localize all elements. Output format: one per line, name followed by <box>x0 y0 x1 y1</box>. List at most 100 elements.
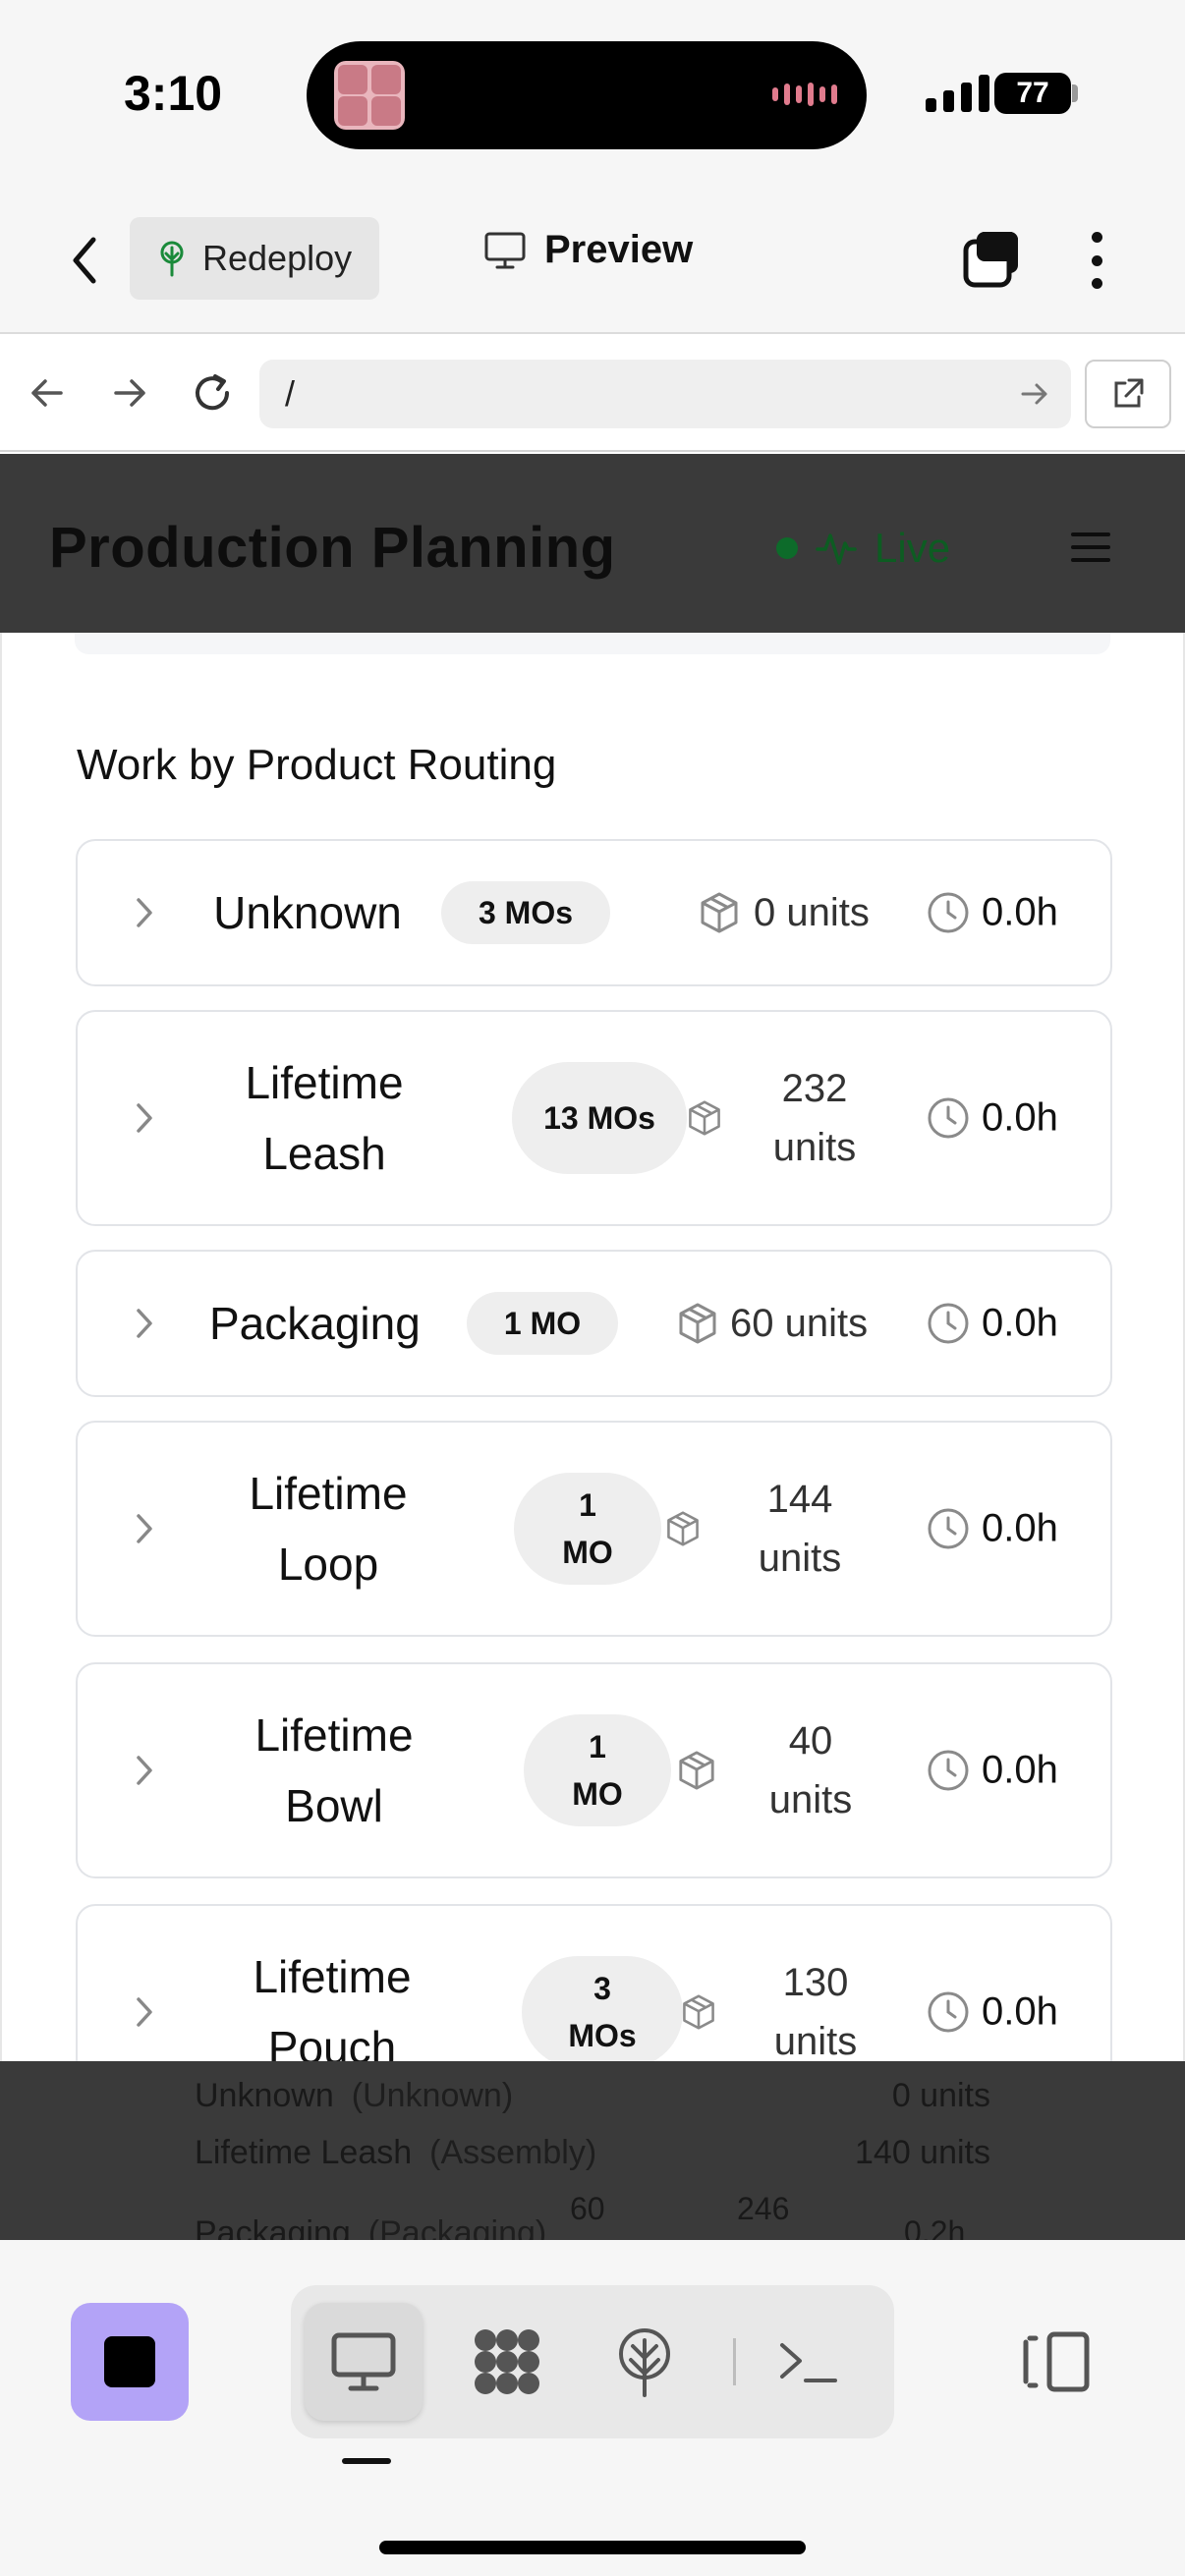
chevron-right-icon <box>137 1103 152 1133</box>
deploy-tree-icon <box>160 241 184 277</box>
hours-value: 0.0h <box>982 1506 1058 1550</box>
chevron-right-icon <box>137 1756 152 1785</box>
mo-count-badge: 3 MOs <box>441 881 610 944</box>
toggle-panel-button[interactable] <box>1018 2323 1093 2401</box>
tabs-icon <box>963 232 1018 288</box>
routing-name: Lifetime Pouch <box>253 1951 412 2061</box>
sidebar-panel-icon <box>1023 2331 1090 2392</box>
summary-type: (Assembly) <box>429 2134 597 2171</box>
clock-icon <box>928 1750 969 1791</box>
package-icon <box>679 1751 714 1790</box>
tabs-button[interactable] <box>961 228 1024 291</box>
open-external-button[interactable] <box>1085 360 1171 428</box>
live-status: Live <box>776 525 950 572</box>
more-options-button[interactable] <box>1077 226 1116 295</box>
mo-count-badge: 1 MO <box>467 1292 618 1355</box>
redeploy-label: Redeploy <box>202 238 353 278</box>
routing-card[interactable]: Lifetime Loop 1 MO 144 units 0.0h <box>76 1421 1112 1637</box>
url-input[interactable]: / <box>259 360 1071 428</box>
status-bar: 3:10 77 <box>0 0 1185 187</box>
browser-back-button[interactable] <box>20 365 75 420</box>
summary-value: 246 <box>737 2191 790 2226</box>
summary-type: (Unknown) <box>351 2077 514 2114</box>
live-dot <box>776 537 798 559</box>
routing-name: Lifetime Leash <box>245 1057 404 1179</box>
dot <box>1091 254 1102 266</box>
deploy-icon <box>619 2328 670 2397</box>
nodes-icon <box>475 2329 539 2394</box>
browser-forward-button[interactable] <box>102 365 157 420</box>
summary-name: Packaging <box>195 2214 351 2240</box>
routing-card[interactable]: Lifetime Leash 13 MOs 232 units 0.0h <box>76 1010 1112 1226</box>
hours-value: 0.0h <box>982 1301 1058 1345</box>
page-title: Production Planning <box>49 516 616 580</box>
units-value: 130 units <box>773 1961 858 2061</box>
routing-card[interactable]: Packaging 1 MO 60 units 0.0h <box>76 1250 1112 1397</box>
dock-preview-tab[interactable] <box>305 2303 423 2421</box>
routing-card[interactable]: Lifetime Bowl 1 MO 40 units 0.0h <box>76 1662 1112 1878</box>
mo-count-badge: 13 MOs <box>512 1062 687 1174</box>
live-label: Live <box>875 525 951 571</box>
routing-card[interactable]: Lifetime Pouch 3 MOs 130 units 0.0h <box>76 1904 1112 2061</box>
mo-count-badge: 3 MOs <box>522 1956 683 2061</box>
package-icon <box>689 1100 720 1136</box>
routing-name: Lifetime Loop <box>249 1468 408 1590</box>
preview-tab[interactable]: Preview <box>483 228 693 272</box>
dock-separator <box>733 2338 736 2385</box>
clock-icon <box>928 1508 969 1549</box>
summary-row: Lifetime Leash (Assembly) 140 units <box>195 2134 990 2172</box>
section-title: Work by Product Routing <box>77 741 557 789</box>
page-content: Work by Product Routing Unknown 3 MOs 0 … <box>0 633 1185 2061</box>
previous-card <box>75 633 1110 654</box>
hours-value: 0.0h <box>982 1989 1058 2034</box>
clock-icon <box>928 1991 969 2033</box>
chevron-right-icon <box>137 1309 152 1338</box>
package-icon <box>679 1303 716 1344</box>
package-icon <box>701 892 738 933</box>
dock-deploy-tab[interactable] <box>586 2303 704 2421</box>
redeploy-button[interactable]: Redeploy <box>130 217 379 300</box>
mo-count-badge: 1 MO <box>524 1714 671 1826</box>
status-time: 3:10 <box>124 66 223 121</box>
signal-icon <box>926 75 989 112</box>
package-icon <box>667 1511 699 1546</box>
back-button[interactable] <box>55 226 114 295</box>
routing-card[interactable]: Unknown 3 MOs 0 units 0.0h <box>76 839 1112 986</box>
app-toolbar: Redeploy Preview <box>0 187 1185 334</box>
activity-icon <box>816 533 857 565</box>
bottom-summary-panel: Unknown (Unknown) 0 units Lifetime Leash (… <box>0 2061 1185 2240</box>
units-value: 60 units <box>730 1302 869 1345</box>
hours-value: 0.0h <box>982 1095 1058 1140</box>
dock-workflows-tab[interactable] <box>448 2303 566 2421</box>
summary-value: 0.2h <box>904 2214 966 2240</box>
summary-units: 140 units <box>855 2134 990 2171</box>
arrow-right-icon <box>114 379 145 407</box>
summary-name: Lifetime Leash <box>195 2134 413 2171</box>
preview-label: Preview <box>544 228 694 271</box>
battery-indicator: 77 <box>994 73 1071 114</box>
summary-value: 60 <box>570 2191 605 2226</box>
clock-icon <box>928 892 969 933</box>
stop-button[interactable] <box>71 2303 189 2421</box>
monitor-icon <box>331 2332 396 2391</box>
bottom-dock <box>0 2240 1185 2576</box>
chevron-right-icon <box>137 1514 152 1543</box>
go-arrow-icon[interactable] <box>1018 377 1051 411</box>
menu-icon[interactable] <box>1071 532 1110 562</box>
dock-shell-tab[interactable] <box>749 2303 867 2421</box>
summary-type: (Packaging) <box>367 2214 547 2240</box>
units-value: 40 units <box>768 1719 853 1821</box>
page-header: Production Planning Live <box>0 454 1185 633</box>
dot <box>1091 278 1102 289</box>
routing-name: Packaging <box>209 1298 421 1349</box>
dock-tabs <box>291 2285 894 2438</box>
stop-icon <box>104 2336 155 2387</box>
url-text: / <box>285 373 296 414</box>
package-icon <box>683 1994 714 2030</box>
dot <box>1091 232 1102 243</box>
units-value: 232 units <box>772 1067 857 1169</box>
battery-cap <box>1072 84 1078 102</box>
browser-reload-button[interactable] <box>185 365 240 420</box>
routing-name: Lifetime Bowl <box>254 1709 414 1831</box>
summary-name: Unknown <box>195 2077 334 2114</box>
